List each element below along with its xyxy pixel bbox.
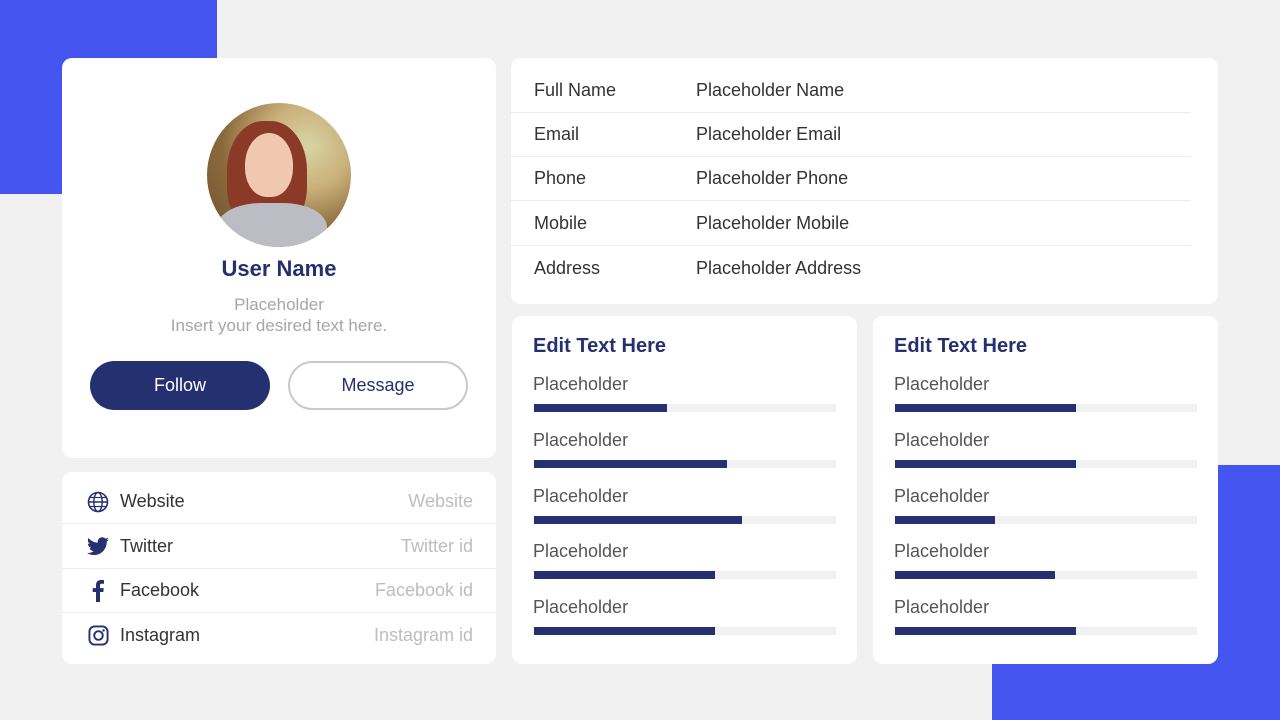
progress-fill	[534, 516, 743, 524]
info-row-email: Email Placeholder Email	[511, 113, 1191, 157]
social-value-instagram: Instagram id	[373, 624, 473, 645]
info-row-mobile: Mobile Placeholder Mobile	[511, 202, 1191, 246]
follow-button[interactable]: Follow	[90, 361, 270, 410]
skill-label: Placeholder	[533, 597, 629, 617]
facebook-icon	[86, 579, 110, 603]
info-label: Email	[534, 124, 580, 144]
progress-fill	[895, 516, 995, 524]
skill-item: Placeholder	[533, 541, 836, 585]
skill-item: Placeholder	[533, 374, 836, 418]
contact-info-card: Full Name Placeholder Name Email Placeho…	[511, 58, 1218, 304]
social-row-website[interactable]: Website Website	[62, 480, 496, 524]
info-label: Address	[534, 257, 601, 278]
user-subtitle-line1: Placeholder	[234, 295, 324, 314]
skill-label: Placeholder	[894, 374, 990, 394]
progress-track	[534, 516, 836, 524]
skills-card-title: Edit Text Here	[533, 335, 666, 357]
info-label: Mobile	[534, 213, 588, 233]
progress-track	[895, 516, 1197, 524]
progress-track	[895, 404, 1197, 412]
skill-label: Placeholder	[894, 541, 990, 561]
info-label: Full Name	[534, 80, 617, 100]
info-label: Phone	[534, 168, 587, 188]
info-value: Placeholder Email	[696, 124, 842, 144]
progress-fill	[534, 460, 728, 468]
progress-track	[534, 460, 836, 468]
skills-card-title: Edit Text Here	[894, 335, 1027, 357]
progress-fill	[534, 404, 667, 412]
skill-item: Placeholder	[894, 486, 1197, 530]
skill-item: Placeholder	[894, 430, 1197, 474]
social-label-website: Website	[120, 491, 185, 511]
progress-fill	[534, 571, 716, 579]
user-subtitle-line2: Insert your desired text here.	[170, 316, 388, 335]
social-value-website: Website	[408, 491, 473, 511]
social-row-twitter[interactable]: Twitter Twitter id	[62, 525, 496, 569]
twitter-icon	[86, 535, 110, 559]
skill-label: Placeholder	[894, 486, 990, 506]
skill-label: Placeholder	[533, 486, 629, 506]
globe-icon	[86, 490, 110, 514]
user-subtitle: Placeholder Insert your desired text her…	[62, 294, 496, 336]
user-name: User Name	[221, 256, 337, 281]
skill-item: Placeholder	[894, 597, 1197, 641]
progress-track	[895, 627, 1197, 635]
social-label-twitter: Twitter	[120, 536, 174, 556]
social-label-instagram: Instagram	[120, 624, 201, 645]
progress-fill	[895, 460, 1077, 468]
progress-track	[534, 571, 836, 579]
skills-card-right: Edit Text Here Placeholder Placeholder P…	[873, 316, 1218, 664]
skill-item: Placeholder	[533, 597, 836, 641]
skill-item: Placeholder	[894, 374, 1197, 418]
social-value-facebook: Facebook id	[374, 580, 473, 600]
skills-card-left: Edit Text Here Placeholder Placeholder P…	[512, 316, 857, 664]
social-links-card: Website Website Twitter Twitter id Faceb…	[62, 472, 496, 664]
info-value: Placeholder Phone	[696, 168, 849, 188]
progress-fill	[895, 404, 1077, 412]
progress-fill	[534, 627, 716, 635]
skill-label: Placeholder	[894, 430, 990, 450]
progress-track	[534, 404, 836, 412]
progress-fill	[895, 627, 1077, 635]
social-value-twitter: Twitter id	[400, 536, 473, 556]
social-row-instagram[interactable]: Instagram Instagram id	[62, 613, 496, 657]
skill-item: Placeholder	[894, 541, 1197, 585]
skill-label: Placeholder	[533, 374, 629, 394]
info-value: Placeholder Mobile	[696, 213, 850, 233]
social-label-facebook: Facebook	[120, 580, 200, 600]
info-row-address: Address Placeholder Address	[511, 246, 1191, 290]
progress-fill	[895, 571, 1056, 579]
avatar	[207, 103, 351, 247]
skill-label: Placeholder	[533, 541, 629, 561]
skill-item: Placeholder	[533, 486, 836, 530]
info-row-full-name: Full Name Placeholder Name	[511, 69, 1191, 113]
skill-label: Placeholder	[894, 597, 990, 617]
info-value: Placeholder Name	[696, 80, 845, 100]
message-button[interactable]: Message	[288, 361, 468, 410]
instagram-icon	[86, 623, 110, 647]
skill-label: Placeholder	[533, 430, 629, 450]
info-row-phone: Phone Placeholder Phone	[511, 157, 1191, 201]
progress-track	[895, 571, 1197, 579]
skill-item: Placeholder	[533, 430, 836, 474]
progress-track	[895, 460, 1197, 468]
profile-card: User Name Placeholder Insert your desire…	[62, 58, 496, 458]
progress-track	[534, 627, 836, 635]
social-row-facebook[interactable]: Facebook Facebook id	[62, 569, 496, 613]
info-value: Placeholder Address	[696, 257, 862, 278]
